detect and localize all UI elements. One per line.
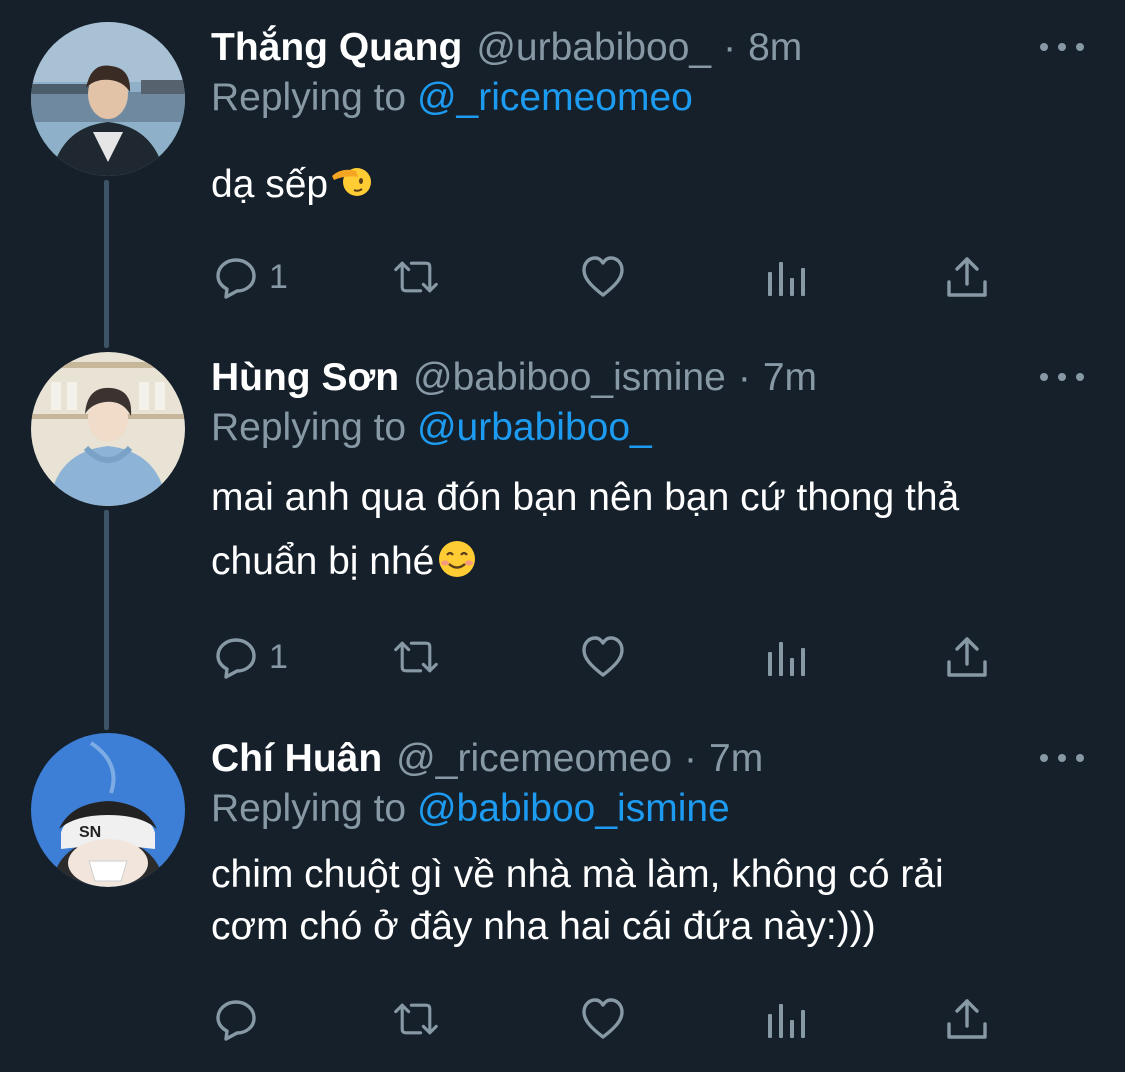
tweet-text-line: chuẩn bị nhé xyxy=(211,530,1091,594)
tweet-item[interactable]: Thắng Quang @urbabiboo_ · 8m Replying to… xyxy=(0,18,1125,318)
more-dot xyxy=(1076,43,1084,51)
reply-button[interactable]: 1 xyxy=(213,247,288,307)
analytics-bars-icon xyxy=(768,262,805,296)
more-dots-icon xyxy=(1040,373,1048,381)
like-button[interactable] xyxy=(580,247,626,307)
retweet-button[interactable] xyxy=(393,627,439,687)
tweet-text-line: mai anh qua đón bạn nên bạn cứ thong thả xyxy=(211,476,960,519)
retweet-icon xyxy=(394,641,438,673)
avatar[interactable] xyxy=(31,352,185,506)
avatar[interactable] xyxy=(31,22,185,176)
tweet-actions: 1 xyxy=(0,627,1125,687)
separator: · xyxy=(723,26,737,69)
analytics-bars-icon xyxy=(768,1004,805,1038)
replying-to: Replying to @babiboo_ismine xyxy=(211,779,730,839)
timestamp[interactable]: 8m xyxy=(748,18,802,78)
mention-link[interactable]: @babiboo_ismine xyxy=(417,787,730,830)
more-dot xyxy=(1058,373,1066,381)
share-upload-icon xyxy=(947,999,987,1039)
analytics-button[interactable] xyxy=(764,989,810,1049)
share-button[interactable] xyxy=(944,989,990,1049)
tweet-item[interactable]: SN Chí Huân @_ricemeomeo · 7m Replying t… xyxy=(0,729,1125,1072)
share-upload-icon xyxy=(947,637,987,677)
tweet-text-line: chim chuột gì về nhà mà làm, không có rả… xyxy=(211,853,944,896)
heart-icon xyxy=(582,636,624,677)
timestamp[interactable]: 7m xyxy=(763,348,817,408)
share-button[interactable] xyxy=(944,247,990,307)
tweet-text-line: dạ sếp xyxy=(211,153,1091,217)
saluting-face-emoji xyxy=(332,168,372,196)
text-line: dạ sếp xyxy=(211,163,329,206)
tweet-item[interactable]: Hùng Sơn @babiboo_ismine · 7m Replying t… xyxy=(0,348,1125,698)
reply-bubble-icon xyxy=(216,258,256,299)
more-dot xyxy=(1058,754,1066,762)
analytics-bars-icon xyxy=(768,642,805,676)
more-dot xyxy=(1058,43,1066,51)
more-dot xyxy=(1076,754,1084,762)
tweet-actions: 1 xyxy=(0,247,1125,307)
replying-prefix: Replying to xyxy=(211,76,407,119)
tweet-actions xyxy=(0,989,1125,1049)
more-dot xyxy=(1076,373,1084,381)
more-options-button[interactable] xyxy=(1040,747,1084,769)
like-button[interactable] xyxy=(580,627,626,687)
tweet-text-line: cơm chó ở đây nha hai cái đứa này:))) xyxy=(211,905,876,948)
reply-button[interactable] xyxy=(213,989,259,1049)
replying-to: Replying to @urbabiboo_ xyxy=(211,398,652,458)
separator: · xyxy=(737,356,751,399)
more-options-button[interactable] xyxy=(1040,366,1084,388)
more-dots-icon xyxy=(1040,754,1048,762)
more-options-button[interactable] xyxy=(1040,36,1084,58)
retweet-icon xyxy=(394,1003,438,1035)
replying-prefix: Replying to xyxy=(211,787,407,830)
reply-count: 1 xyxy=(269,257,288,296)
mention-link[interactable]: @urbabiboo_ xyxy=(417,406,652,449)
heart-icon xyxy=(582,998,624,1039)
share-button[interactable] xyxy=(944,627,990,687)
share-upload-icon xyxy=(947,257,987,297)
retweet-icon xyxy=(394,261,438,293)
reply-bubble-icon xyxy=(216,638,256,679)
svg-text:SN: SN xyxy=(79,824,101,841)
tweet-text: chim chuột gì về nhà mà làm, không có rả… xyxy=(211,849,1091,953)
analytics-button[interactable] xyxy=(764,247,810,307)
replying-to: Replying to @_ricemeomeo xyxy=(211,68,693,128)
reply-bubble-icon xyxy=(216,1000,256,1041)
avatar[interactable]: SN xyxy=(31,733,185,887)
tweet-text: dạ sếp xyxy=(211,153,1091,217)
like-button[interactable] xyxy=(580,989,626,1049)
heart-icon xyxy=(582,256,624,297)
tweet-text: mai anh qua đón bạn nên bạn cứ thong thả… xyxy=(211,466,1091,594)
analytics-button[interactable] xyxy=(764,627,810,687)
reply-count: 1 xyxy=(269,637,288,676)
text-line: chuẩn bị nhé xyxy=(211,540,435,583)
retweet-button[interactable] xyxy=(393,989,439,1049)
mention-link[interactable]: @_ricemeomeo xyxy=(417,76,693,119)
smiling-face-emoji xyxy=(439,541,476,577)
retweet-button[interactable] xyxy=(393,247,439,307)
replying-prefix: Replying to xyxy=(211,406,407,449)
reply-button[interactable]: 1 xyxy=(213,627,288,687)
more-dots-icon xyxy=(1040,43,1048,51)
